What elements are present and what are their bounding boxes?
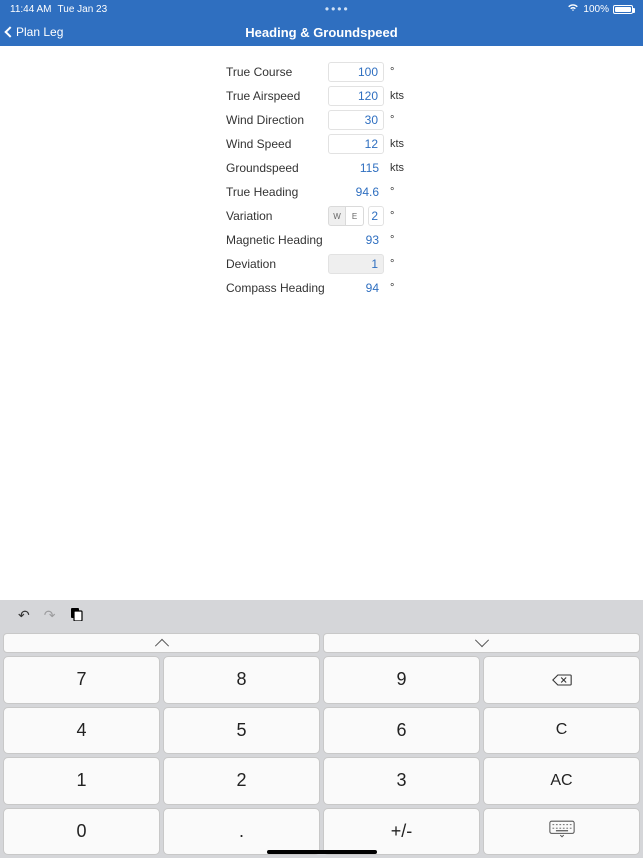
keypad-toolbar: ↶ ↷: [0, 600, 643, 630]
status-dots: ••••: [325, 2, 350, 16]
key-allclear[interactable]: AC: [483, 757, 640, 805]
row-compass-heading: Compass Heading 94 °: [0, 276, 643, 300]
key-clear[interactable]: C: [483, 707, 640, 755]
back-label: Plan Leg: [16, 25, 63, 39]
label-compass-heading: Compass Heading: [0, 281, 328, 295]
row-magnetic-heading: Magnetic Heading 93 °: [0, 228, 643, 252]
input-variation[interactable]: 2: [368, 206, 384, 226]
keypad: 7 8 9 4 5 6 C 1 2 3 AC 0 . +/-: [0, 630, 643, 858]
key-0[interactable]: 0: [3, 808, 160, 856]
input-wind-direction[interactable]: 30: [328, 110, 384, 130]
row-variation: Variation W E 2 °: [0, 204, 643, 228]
status-bar: 11:44 AM Tue Jan 23 •••• 100%: [0, 0, 643, 18]
key-sign[interactable]: +/-: [323, 808, 480, 856]
value-groundspeed: 115: [328, 161, 384, 175]
clipboard-icon[interactable]: [69, 607, 83, 624]
battery-icon: [613, 5, 633, 14]
wifi-icon: [567, 3, 579, 15]
status-time: 11:44 AM: [10, 4, 52, 15]
unit-deviation: °: [384, 258, 414, 270]
label-deviation: Deviation: [0, 257, 328, 271]
key-2[interactable]: 2: [163, 757, 320, 805]
key-7[interactable]: 7: [3, 656, 160, 704]
page-title: Heading & Groundspeed: [0, 25, 643, 40]
back-button[interactable]: Plan Leg: [0, 25, 63, 39]
key-dismiss-keyboard[interactable]: [483, 808, 640, 856]
row-true-heading: True Heading 94.6 °: [0, 180, 643, 204]
key-decimal[interactable]: .: [163, 808, 320, 856]
unit-true-course: °: [384, 66, 414, 78]
form-area: True Course 100 ° True Airspeed 120 kts …: [0, 46, 643, 300]
key-1[interactable]: 1: [3, 757, 160, 805]
row-groundspeed: Groundspeed 115 kts: [0, 156, 643, 180]
value-magnetic-heading: 93: [328, 233, 384, 247]
key-6[interactable]: 6: [323, 707, 480, 755]
label-wind-speed: Wind Speed: [0, 137, 328, 151]
chevron-up-icon: [154, 639, 168, 653]
next-field-key[interactable]: [323, 633, 640, 653]
label-variation: Variation: [0, 209, 328, 223]
input-true-airspeed[interactable]: 120: [328, 86, 384, 106]
toggle-east[interactable]: E: [346, 206, 364, 226]
row-true-airspeed: True Airspeed 120 kts: [0, 84, 643, 108]
key-5[interactable]: 5: [163, 707, 320, 755]
keyboard-icon: [549, 820, 575, 843]
unit-groundspeed: kts: [384, 162, 414, 174]
row-true-course: True Course 100 °: [0, 60, 643, 84]
input-deviation[interactable]: 1: [328, 254, 384, 274]
unit-wind-direction: °: [384, 114, 414, 126]
backspace-icon: [552, 673, 572, 687]
key-backspace[interactable]: [483, 656, 640, 704]
input-true-course[interactable]: 100: [328, 62, 384, 82]
label-true-airspeed: True Airspeed: [0, 89, 328, 103]
label-groundspeed: Groundspeed: [0, 161, 328, 175]
input-wind-speed[interactable]: 12: [328, 134, 384, 154]
toggle-west[interactable]: W: [328, 206, 346, 226]
home-indicator[interactable]: [267, 850, 377, 854]
unit-true-heading: °: [384, 186, 414, 198]
row-deviation: Deviation 1 °: [0, 252, 643, 276]
undo-icon[interactable]: ↶: [18, 607, 30, 624]
variation-toggle[interactable]: W E: [328, 206, 364, 226]
nav-bar: Plan Leg Heading & Groundspeed: [0, 18, 643, 46]
unit-compass-heading: °: [384, 282, 414, 294]
redo-icon[interactable]: ↷: [44, 607, 56, 624]
battery-percent: 100%: [583, 4, 609, 15]
label-true-course: True Course: [0, 65, 328, 79]
status-date: Tue Jan 23: [58, 4, 108, 15]
unit-magnetic-heading: °: [384, 234, 414, 246]
value-true-heading: 94.6: [328, 185, 384, 199]
value-compass-heading: 94: [328, 281, 384, 295]
row-wind-speed: Wind Speed 12 kts: [0, 132, 643, 156]
row-wind-direction: Wind Direction 30 °: [0, 108, 643, 132]
key-3[interactable]: 3: [323, 757, 480, 805]
chevron-left-icon: [4, 26, 15, 37]
key-9[interactable]: 9: [323, 656, 480, 704]
prev-field-key[interactable]: [3, 633, 320, 653]
key-8[interactable]: 8: [163, 656, 320, 704]
unit-true-airspeed: kts: [384, 90, 414, 102]
label-magnetic-heading: Magnetic Heading: [0, 233, 328, 247]
unit-wind-speed: kts: [384, 138, 414, 150]
chevron-down-icon: [474, 633, 488, 647]
label-wind-direction: Wind Direction: [0, 113, 328, 127]
label-true-heading: True Heading: [0, 185, 328, 199]
key-4[interactable]: 4: [3, 707, 160, 755]
unit-variation: °: [384, 210, 414, 222]
